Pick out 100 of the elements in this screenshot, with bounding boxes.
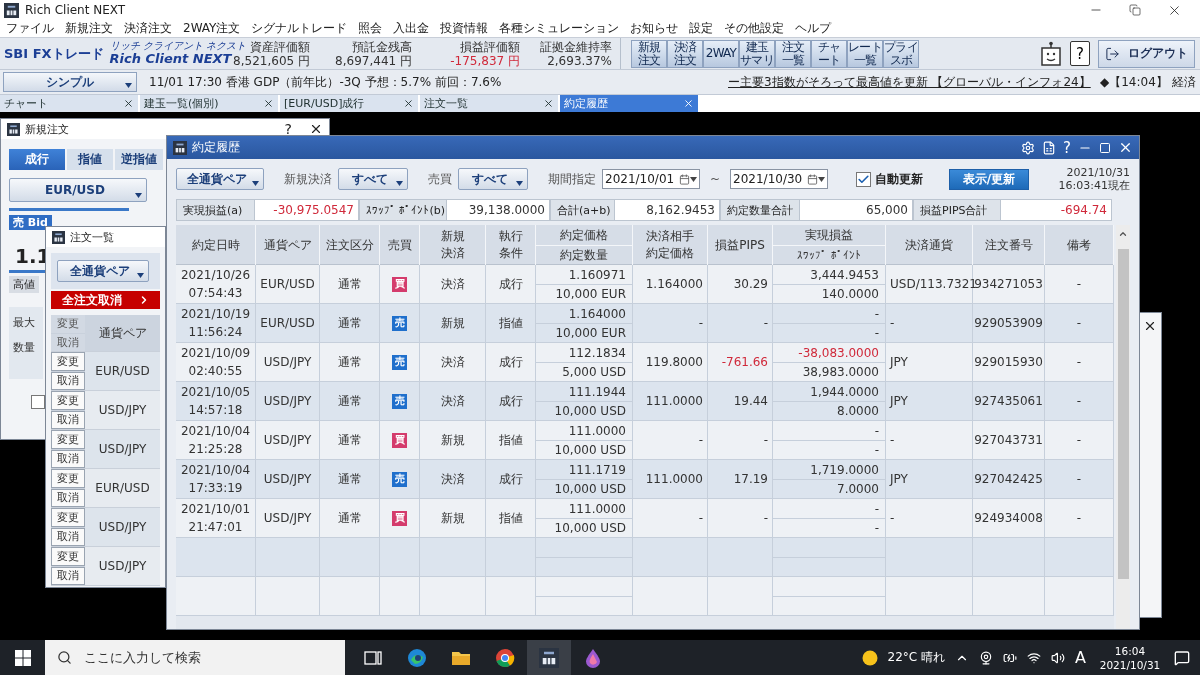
camera-icon[interactable]	[979, 650, 994, 665]
help-icon[interactable]: ?	[284, 121, 292, 137]
sun-icon[interactable]	[861, 649, 878, 666]
help-button[interactable]: ?	[1070, 41, 1090, 66]
spreadsheet-icon[interactable]	[1042, 140, 1057, 155]
stat-label: 損益評価額	[460, 39, 520, 54]
calendar-icon[interactable]	[679, 173, 690, 185]
mode-dropdown[interactable]: シンプル	[3, 72, 137, 92]
menu-item[interactable]: 入出金	[393, 20, 430, 37]
volume-icon[interactable]	[1051, 650, 1066, 665]
browser-icon[interactable]	[495, 647, 515, 668]
edit-button[interactable]: 変更	[51, 469, 85, 488]
notification-icon[interactable]	[1174, 649, 1190, 666]
cancel-button[interactable]: 取消	[51, 566, 85, 585]
filter-label: 期間指定	[548, 170, 596, 188]
table-cell: 成行	[486, 460, 536, 498]
order-type-tab[interactable]: 指値	[67, 149, 113, 170]
close-icon[interactable]	[1118, 140, 1133, 155]
menu-item[interactable]: お知らせ	[630, 20, 679, 37]
help-icon[interactable]: ?	[1063, 138, 1071, 157]
menu-item[interactable]: 投資情報	[440, 20, 489, 37]
edit-button[interactable]: 変更	[51, 508, 85, 527]
settings-icon[interactable]	[1021, 140, 1036, 155]
logout-button[interactable]: ログアウト	[1098, 39, 1195, 68]
drop-icon[interactable]	[585, 647, 601, 668]
menu-item[interactable]: 各種シミュレーション	[499, 20, 620, 37]
toolbar-button[interactable]: レート 一覧	[847, 39, 883, 68]
cancel-all-button[interactable]: 全注文取消	[51, 291, 160, 309]
browser-icon[interactable]	[407, 647, 427, 668]
table-cell: 成行	[486, 382, 536, 420]
close-icon[interactable]	[403, 98, 414, 109]
toolbar-button[interactable]: チャ ート	[811, 39, 847, 68]
open-close-dropdown[interactable]: すべて	[338, 168, 408, 190]
cancel-button[interactable]: 取消	[51, 527, 85, 546]
currency-pair-dropdown[interactable]: 全通貨ペア	[176, 168, 264, 190]
table-cell: -	[633, 304, 708, 342]
close-icon[interactable]	[309, 122, 323, 136]
clock-text[interactable]: 16:04 2021/10/31	[1096, 643, 1164, 672]
caret-icon[interactable]	[818, 176, 826, 182]
checkbox[interactable]	[31, 395, 45, 409]
cancel-button[interactable]: 取消	[51, 449, 85, 468]
toolbar-button[interactable]: 注文 一覧	[775, 39, 811, 68]
menu-item[interactable]: シグナルトレード	[251, 20, 348, 37]
table-cell: -	[633, 499, 708, 537]
scroll-up-icon[interactable]	[1118, 229, 1128, 239]
menu-item[interactable]: 決済注文	[124, 20, 172, 37]
menu-item[interactable]: 2WAY注文	[183, 20, 241, 37]
table-cell: 10,000 USD	[536, 518, 632, 537]
windows-start-icon[interactable]	[14, 649, 31, 666]
table-cell: -	[708, 304, 773, 342]
calendar-icon[interactable]	[807, 173, 819, 185]
restore-icon[interactable]	[1129, 4, 1141, 16]
cancel-button[interactable]: 取消	[51, 410, 85, 429]
table-cell: 決済	[420, 343, 486, 381]
maximize-icon[interactable]	[1099, 141, 1111, 154]
refresh-button[interactable]: 表示/更新	[949, 168, 1030, 190]
cancel-button[interactable]: 取消	[51, 371, 85, 390]
weather-text[interactable]: 22°C 晴れ	[887, 649, 946, 666]
workspace-tab[interactable]: チャート	[0, 95, 138, 112]
date-field[interactable]: 2021/10/30	[730, 169, 829, 189]
toolbar-button[interactable]: 決済 注文	[667, 39, 703, 68]
workspace-tab[interactable]: 建玉一覧(個別)	[140, 95, 278, 112]
robot-icon[interactable]	[1040, 40, 1062, 67]
close-icon[interactable]	[123, 98, 134, 109]
edit-button[interactable]: 変更	[51, 547, 85, 566]
workspace-tab[interactable]: 約定履歴	[560, 95, 698, 112]
scrollbar-thumb[interactable]	[1117, 249, 1129, 579]
currency-pair-dropdown[interactable]: EUR/USD	[9, 178, 147, 202]
order-type-tab[interactable]: 成行	[9, 149, 65, 170]
menu-item[interactable]: 新規注文	[65, 20, 113, 37]
toolbar-button[interactable]: プライ スボ	[883, 39, 919, 68]
menu-item[interactable]: ファイル	[6, 20, 54, 37]
news-link[interactable]: ー主要3指数がそろって最高値を更新 【グローバル・インフォ24】	[728, 73, 1100, 91]
menu-item[interactable]: 照会	[358, 20, 383, 37]
menu-item[interactable]: ヘルプ	[795, 20, 832, 37]
edit-button[interactable]: 変更	[51, 352, 85, 371]
search-field[interactable]: ここに入力して検索	[45, 640, 345, 675]
currency-pair-dropdown[interactable]: 全通貨ペア	[57, 260, 149, 282]
date-field[interactable]: 2021/10/01	[602, 169, 700, 189]
menu-item[interactable]: その他設定	[724, 20, 785, 37]
caret-icon[interactable]	[690, 176, 697, 182]
edit-button[interactable]: 変更	[51, 430, 85, 449]
menu-item[interactable]: 設定	[689, 20, 714, 37]
table-cell: 通常	[320, 304, 380, 342]
toolbar-button[interactable]: 新規 注文	[631, 39, 667, 68]
workspace-tab[interactable]: 注文一覧	[420, 95, 558, 112]
checkbox[interactable]	[856, 171, 872, 187]
task-view-icon[interactable]	[364, 649, 382, 666]
close-icon[interactable]	[263, 98, 274, 109]
close-icon[interactable]	[1143, 319, 1157, 333]
close-icon[interactable]	[543, 98, 554, 109]
order-type-tab[interactable]: 逆指値	[115, 149, 163, 170]
toolbar-button[interactable]: 建玉 サマリ	[739, 39, 775, 68]
toolbar-button[interactable]: 2WAY	[703, 39, 739, 68]
side-dropdown[interactable]: すべて	[458, 168, 528, 190]
edit-button[interactable]: 変更	[51, 391, 85, 410]
cancel-button[interactable]: 取消	[51, 488, 85, 507]
wifi-icon[interactable]	[1027, 650, 1042, 665]
ime-indicator[interactable]: A	[1075, 648, 1086, 667]
workspace-tab[interactable]: [EUR/USD]成行	[280, 95, 418, 112]
